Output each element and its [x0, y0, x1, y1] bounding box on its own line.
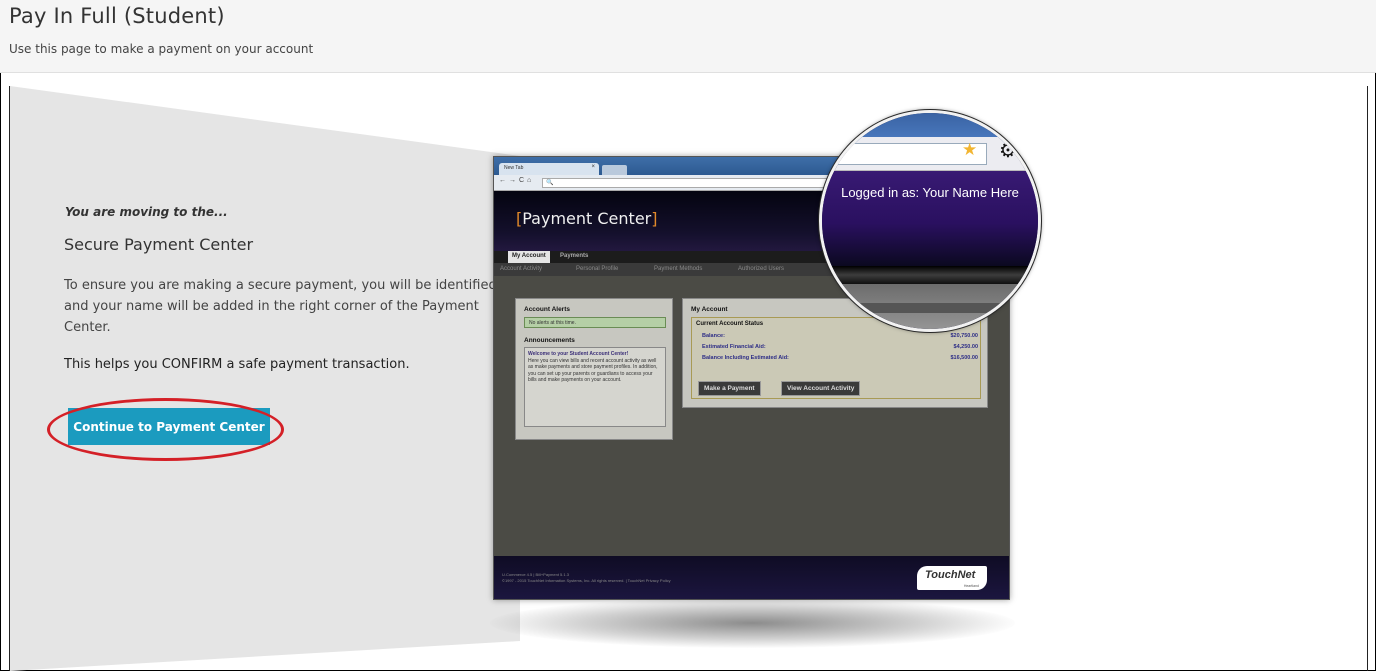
preview-tab-label: New Tab [504, 165, 524, 171]
status-heading: Current Account Status [696, 321, 764, 327]
subnav-personal-profile: Personal Profile [576, 266, 619, 272]
preview-shadow [490, 598, 1015, 648]
magnifier-banner: Logged in as: Your Name Here [822, 171, 1038, 266]
balance-row: Balance: $20,750.00 [702, 333, 978, 339]
new-tab-icon [602, 165, 627, 175]
touchnet-logo: TouchNet Heartland [917, 566, 987, 590]
announcement-title: Welcome to your Student Account Center! [528, 351, 629, 357]
preview-title: [Payment Center] [516, 209, 657, 228]
alerts-heading: Account Alerts [524, 306, 570, 313]
gear-icon: ⚙ [999, 140, 1017, 162]
magnifier-tab-strip [822, 266, 1038, 284]
close-icon: × [591, 164, 595, 170]
preview-tab-payments: Payments [560, 253, 589, 259]
section-heading: Secure Payment Center [64, 235, 254, 254]
page-subtitle: Use this page to make a payment on your … [9, 42, 314, 56]
financial-aid-row: Estimated Financial Aid: $4,250.00 [702, 344, 978, 350]
description-text: To ensure you are making a secure paymen… [64, 278, 497, 335]
magnifier-divider [822, 303, 1038, 313]
preview-view-activity-button: View Account Activity [781, 381, 861, 396]
star-icon: ★ [962, 140, 978, 159]
continue-to-payment-center-button[interactable]: Continue to Payment Center [68, 408, 270, 445]
alerts-message: No alerts at this time. [524, 317, 666, 328]
subnav-authorized-users: Authorized Users [738, 266, 785, 272]
preview-alerts-panel: Account Alerts No alerts at this time. A… [515, 298, 673, 440]
my-account-heading: My Account [691, 306, 728, 313]
preview-footer-text: U.Commerce 4.5 | Bill+Payment 5.1.3 ©199… [502, 572, 671, 583]
subnav-payment-methods: Payment Methods [654, 266, 703, 272]
logged-in-label: Logged in as: Your Name Here [841, 185, 1019, 200]
title-bracket-right: ] [651, 209, 658, 228]
preview-make-payment-button: Make a Payment [698, 381, 761, 396]
moving-notice: You are moving to the... [65, 205, 228, 219]
confirm-text: This helps you CONFIRM a safe payment tr… [64, 357, 410, 372]
magnifier-callout: ★ ⚙ Logged in as: Your Name Here [819, 110, 1041, 332]
balance-including-aid-row: Balance Including Estimated Aid: $16,500.… [702, 355, 978, 361]
preview-footer: U.Commerce 4.5 | Bill+Payment 5.1.3 ©199… [494, 556, 1009, 599]
announcement-body: Here you can view bills and recent accou… [528, 357, 658, 384]
page-title: Pay In Full (Student) [9, 4, 225, 28]
announcements-heading: Announcements [524, 337, 575, 344]
preview-tab-my-account: My Account [508, 251, 550, 263]
page-header: Pay In Full (Student) Use this page to m… [0, 0, 1376, 73]
nav-arrows-icon: ←→C⌂ [499, 177, 535, 184]
preview-browser-tab: New Tab × [499, 163, 599, 175]
announcement-box: Welcome to your Student Account Center! … [524, 347, 666, 427]
subnav-account-activity: Account Activity [500, 266, 543, 272]
title-text: Payment Center [522, 209, 652, 228]
magnifier-toolbar: ★ ⚙ [822, 137, 1038, 171]
